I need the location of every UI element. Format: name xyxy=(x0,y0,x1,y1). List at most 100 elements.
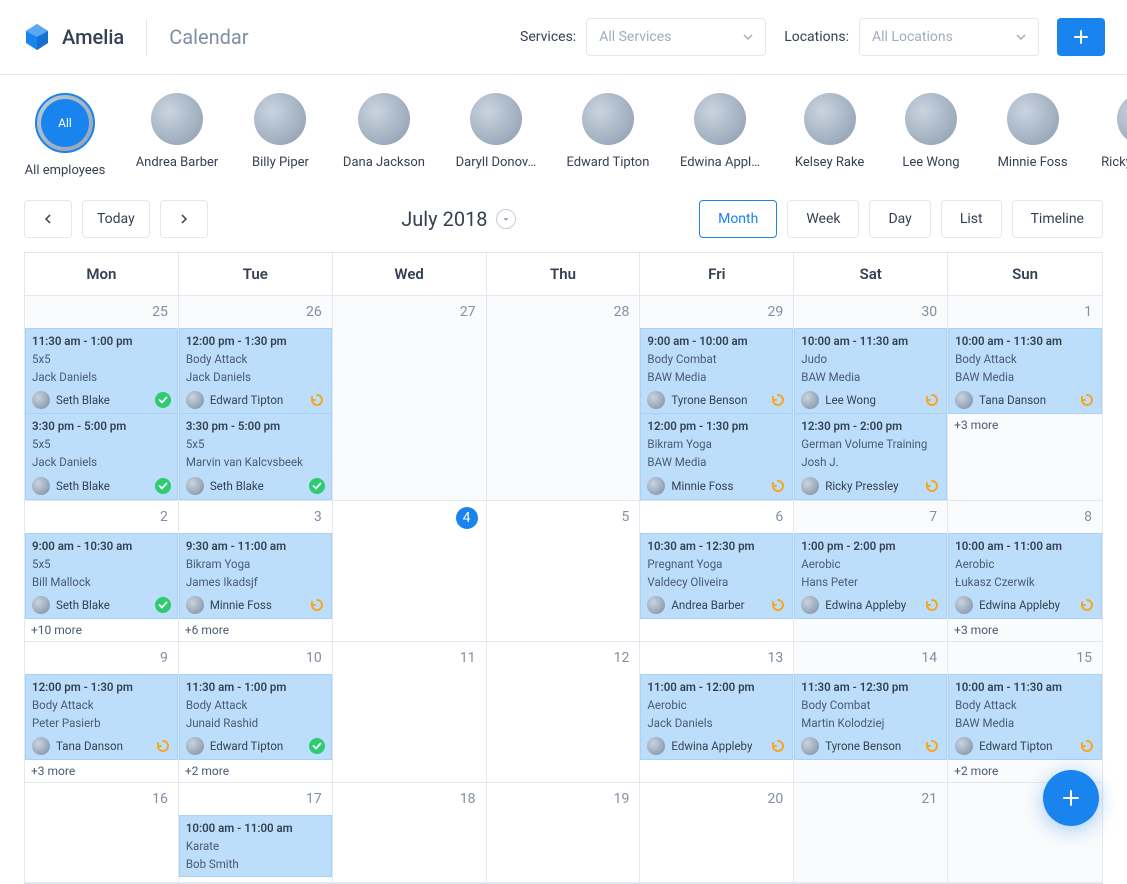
calendar-event[interactable]: 10:00 am - 11:30 amBody AttackBAW MediaE… xyxy=(948,674,1102,760)
calendar-event[interactable]: 12:00 pm - 1:30 pmBikram YogaBAW MediaMi… xyxy=(640,414,793,499)
event-location: James Ikadsjf xyxy=(186,574,325,590)
employee-1[interactable]: Andrea Barber xyxy=(140,93,214,178)
weekday-header: Wed xyxy=(333,253,487,296)
calendar-cell[interactable]: 29:00 am - 10:30 am5x5Bill MallockSeth B… xyxy=(25,501,179,642)
calendar-event[interactable]: 11:00 am - 12:00 pmAerobicJack DanielsEd… xyxy=(640,674,793,760)
employee-6[interactable]: Edwina Appl… xyxy=(683,93,757,178)
employee-9[interactable]: Minnie Foss xyxy=(998,93,1068,178)
more-link[interactable]: +3 more xyxy=(25,760,178,782)
next-button[interactable] xyxy=(160,200,208,238)
employee-filter-row: AllAll employees Andrea Barber Billy Piper… xyxy=(0,75,1127,186)
calendar-event[interactable]: 11:30 am - 1:00 pm5x5Jack DanielsSeth Bl… xyxy=(25,328,178,414)
period-dropdown[interactable] xyxy=(496,209,516,229)
calendar-cell[interactable]: 15 10:00 am - 11:30 amBody AttackBAW Medi… xyxy=(948,642,1102,783)
calendar-cell[interactable]: 20 xyxy=(640,783,794,883)
more-link[interactable]: +3 more xyxy=(948,619,1102,641)
calendar-cell[interactable]: 19 xyxy=(487,783,641,883)
calendar-event[interactable]: 12:30 pm - 2:00 pmGerman Volume Training… xyxy=(794,414,947,499)
view-month[interactable]: Month xyxy=(699,200,777,238)
locations-select[interactable]: All Locations xyxy=(859,18,1039,56)
event-attendee: Tyrone Benson xyxy=(647,387,786,411)
calendar-cell[interactable]: 71:00 pm - 2:00 pmAerobicHans PeterEdwin… xyxy=(794,501,948,642)
services-select[interactable]: All Services xyxy=(586,18,766,56)
employee-name: Edward Tipton xyxy=(566,155,649,170)
more-link[interactable]: +2 more xyxy=(179,760,332,782)
avatar xyxy=(254,93,306,145)
employee-3[interactable]: Dana Jackson xyxy=(347,93,421,178)
calendar-cell[interactable]: 1710:00 am - 11:00 amKarateBob Smith xyxy=(179,783,333,883)
employee-5[interactable]: Edward Tipton xyxy=(571,93,645,178)
employee-7[interactable]: Kelsey Rake xyxy=(795,93,864,178)
event-time: 10:00 am - 11:30 am xyxy=(955,679,1095,695)
attendee-name: Tyrone Benson xyxy=(671,392,764,408)
calendar-cell[interactable]: 28 xyxy=(487,296,641,501)
calendar-cell[interactable]: 2612:00 pm - 1:30 pmBody AttackJack Dani… xyxy=(179,296,333,501)
employee-4[interactable]: Daryll Donov… xyxy=(459,93,533,178)
day-number: 16 xyxy=(152,791,168,807)
calendar-cell[interactable]: 39:30 am - 11:00 amBikram YogaJames Ikad… xyxy=(179,501,333,642)
calendar-event[interactable]: 3:30 pm - 5:00 pm5x5Marvin van Kalcvsbee… xyxy=(179,414,332,499)
calendar-event[interactable]: 9:00 am - 10:00 amBody CombatBAW MediaTy… xyxy=(640,328,793,414)
period-label: July 2018 xyxy=(401,207,487,231)
calendar-cell[interactable]: 912:00 pm - 1:30 pmBody AttackPeter Pasi… xyxy=(25,642,179,783)
calendar-event[interactable]: 12:00 pm - 1:30 pmBody AttackPeter Pasie… xyxy=(25,674,178,760)
today-button[interactable]: Today xyxy=(82,200,150,238)
calendar-cell[interactable]: 18 xyxy=(333,783,487,883)
add-button[interactable] xyxy=(1057,18,1105,56)
calendar-cell[interactable]: 1411:30 am - 12:30 pmBody CombatMartin K… xyxy=(794,642,948,783)
calendar-event[interactable]: 10:00 am - 11:00 amAerobicŁukasz Czerwik… xyxy=(948,533,1102,619)
more-link[interactable]: +3 more xyxy=(948,414,1102,436)
employee-2[interactable]: Billy Piper xyxy=(252,93,309,178)
calendar-event[interactable]: 10:00 am - 11:30 amBody AttackBAW MediaT… xyxy=(948,328,1102,414)
more-link[interactable]: +10 more xyxy=(25,619,178,641)
calendar-cell[interactable]: 110:00 am - 11:30 amBody AttackBAW Media… xyxy=(948,296,1102,501)
calendar-event[interactable]: 12:00 pm - 1:30 pmBody AttackJack Daniel… xyxy=(179,328,332,414)
calendar-cell[interactable]: 11 xyxy=(333,642,487,783)
day-number: 15 xyxy=(1076,650,1092,666)
calendar-event[interactable]: 9:00 am - 10:30 am5x5Bill MallockSeth Bl… xyxy=(25,533,178,619)
attendee-name: Ricky Pressley xyxy=(825,478,918,494)
calendar-cell[interactable]: 12 xyxy=(487,642,641,783)
attendee-name: Andrea Barber xyxy=(671,597,764,613)
calendar-cell[interactable]: 2511:30 am - 1:00 pm5x5Jack DanielsSeth … xyxy=(25,296,179,501)
calendar-event[interactable]: 10:00 am - 11:30 amJudoBAW MediaLee Wong xyxy=(794,328,947,414)
day-number: 18 xyxy=(460,791,476,807)
calendar-cell[interactable]: 21 xyxy=(794,783,948,883)
view-day[interactable]: Day xyxy=(869,200,930,238)
fab-add-button[interactable] xyxy=(1043,770,1099,826)
calendar-event[interactable]: 11:30 am - 1:00 pmBody AttackJunaid Rash… xyxy=(179,674,332,760)
avatar xyxy=(32,477,50,495)
avatar xyxy=(955,391,973,409)
calendar-event[interactable]: 1:00 pm - 2:00 pmAerobicHans PeterEdwina… xyxy=(794,533,947,619)
event-service: 5x5 xyxy=(32,436,171,452)
calendar-event[interactable]: 9:30 am - 11:00 amBikram YogaJames Ikads… xyxy=(179,533,332,619)
calendar-cell[interactable]: 299:00 am - 10:00 amBody CombatBAW Media… xyxy=(640,296,794,501)
calendar-cell[interactable]: 810:00 am - 11:00 amAerobicŁukasz Czerwi… xyxy=(948,501,1102,642)
employee-8[interactable]: Lee Wong xyxy=(902,93,959,178)
calendar-cell[interactable]: 27 xyxy=(333,296,487,501)
calendar-cell[interactable]: 16 xyxy=(25,783,179,883)
calendar-cell[interactable]: 4 xyxy=(333,501,487,642)
calendar-cell[interactable]: 5 xyxy=(487,501,641,642)
chevron-down-icon xyxy=(743,32,753,42)
calendar-event[interactable]: 11:30 am - 12:30 pmBody CombatMartin Kol… xyxy=(794,674,947,760)
calendar-event[interactable]: 10:00 am - 11:00 amKarateBob Smith xyxy=(179,815,332,877)
view-week[interactable]: Week xyxy=(787,200,859,238)
calendar-cell[interactable]: 1011:30 am - 1:00 pmBody AttackJunaid Ra… xyxy=(179,642,333,783)
event-location: BAW Media xyxy=(955,715,1095,731)
services-filter: Services: All Services xyxy=(520,18,766,56)
view-list[interactable]: List xyxy=(941,200,1002,238)
calendar-cell[interactable]: 3010:00 am - 11:30 amJudoBAW MediaLee Wo… xyxy=(794,296,948,501)
logo[interactable]: Amelia xyxy=(22,22,124,52)
employee-10[interactable]: Ricky Pressley xyxy=(1106,93,1127,178)
calendar-cell[interactable]: 610:30 am - 12:30 pmPregnant YogaValdecy… xyxy=(640,501,794,642)
avatar-all: All xyxy=(35,93,95,153)
prev-button[interactable] xyxy=(24,200,72,238)
event-location: Bob Smith xyxy=(186,856,325,872)
employee-all[interactable]: AllAll employees xyxy=(28,93,102,178)
view-timeline[interactable]: Timeline xyxy=(1012,200,1103,238)
calendar-event[interactable]: 3:30 pm - 5:00 pm5x5Jack DanielsSeth Bla… xyxy=(25,414,178,499)
calendar-cell[interactable]: 1311:00 am - 12:00 pmAerobicJack Daniels… xyxy=(640,642,794,783)
more-link[interactable]: +6 more xyxy=(179,619,332,641)
calendar-event[interactable]: 10:30 am - 12:30 pmPregnant YogaValdecy … xyxy=(640,533,793,619)
